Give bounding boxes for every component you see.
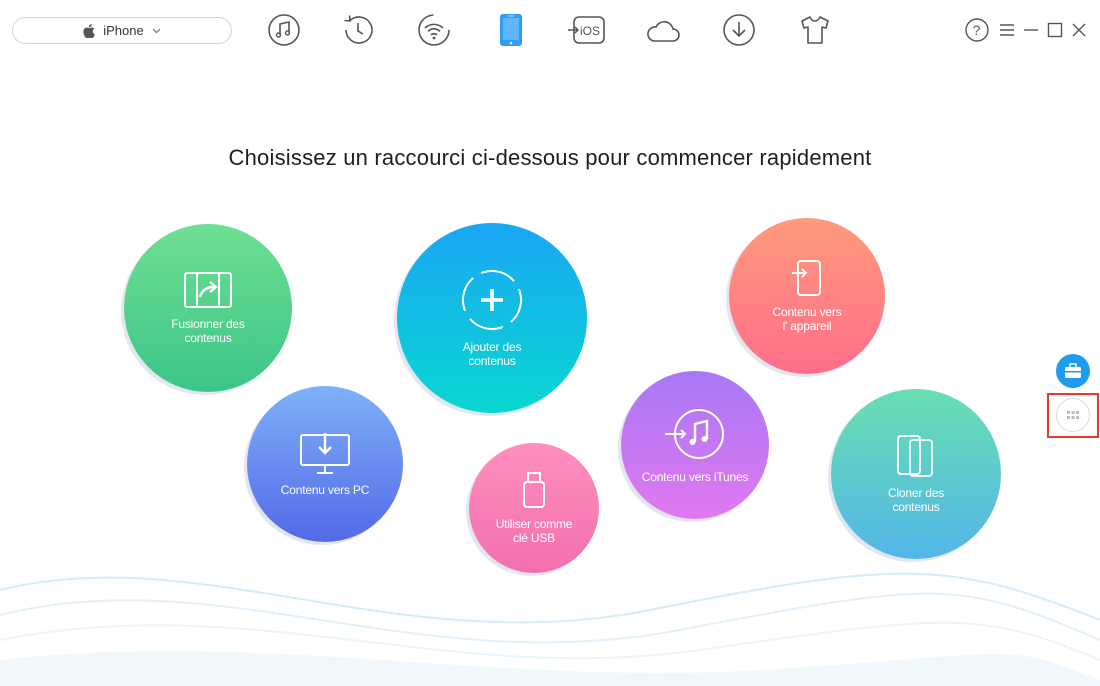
itunes-transfer-icon xyxy=(665,409,724,459)
add-label-line1: Ajouter des xyxy=(462,340,522,354)
phone-import-icon xyxy=(792,260,821,296)
help-button[interactable]: ? xyxy=(965,17,989,43)
content-to-pc-shortcut[interactable]: Contenu vers PC xyxy=(247,386,403,542)
ios-label: iOS xyxy=(580,24,600,38)
chevron-down-icon xyxy=(152,28,161,33)
toolbox-button[interactable] xyxy=(1056,354,1090,388)
close-icon xyxy=(1072,23,1086,37)
highlight-annotation-box xyxy=(1047,393,1099,438)
history-button[interactable] xyxy=(338,10,378,50)
clone-label-line2: contenus xyxy=(892,500,940,514)
merge-label-line1: Fusionner des xyxy=(171,317,245,331)
add-plus-icon xyxy=(462,270,522,330)
history-clock-icon xyxy=(344,15,373,44)
menu-button[interactable] xyxy=(995,17,1019,43)
merge-icon xyxy=(184,272,232,308)
music-note-icon xyxy=(268,14,300,46)
merge-label-line2: contenus xyxy=(184,331,232,345)
add-label-line2: contenus xyxy=(468,354,516,368)
ios-mover-button[interactable]: iOS xyxy=(566,10,606,50)
ios-mover-icon: iOS xyxy=(568,16,605,44)
content-to-itunes-shortcut[interactable]: Contenu vers iTunes xyxy=(621,371,769,519)
download-icon xyxy=(723,14,755,46)
wifi-button[interactable] xyxy=(414,10,454,50)
cloud-button[interactable] xyxy=(643,10,683,50)
cloud-icon xyxy=(647,21,680,42)
svg-text:?: ? xyxy=(973,22,981,38)
download-button[interactable] xyxy=(719,10,759,50)
to-pc-label: Contenu vers PC xyxy=(280,483,370,497)
minimize-icon xyxy=(1024,29,1038,31)
maximize-button[interactable] xyxy=(1043,17,1067,43)
to-device-label-line1: Contenu vers xyxy=(772,305,842,319)
to-device-label-line2: l' appareil xyxy=(782,319,832,333)
page-heading: Choisissez un raccourci ci-dessous pour … xyxy=(228,145,872,170)
usb-label-line1: Utiliser comme xyxy=(495,517,573,531)
use-as-usb-shortcut[interactable]: Utiliser comme clé USB xyxy=(469,443,599,573)
device-name: iPhone xyxy=(103,23,144,38)
apple-icon xyxy=(83,23,96,38)
wifi-icon xyxy=(418,14,450,46)
computer-download-icon xyxy=(300,433,350,474)
music-button[interactable] xyxy=(264,10,304,50)
usb-drive-icon xyxy=(523,472,545,508)
tshirt-icon xyxy=(801,16,829,44)
phone-icon xyxy=(500,14,522,46)
toolbox-icon xyxy=(1065,363,1081,378)
clone-contents-shortcut[interactable]: Cloner des contenus xyxy=(831,389,1001,559)
clone-label-line1: Cloner des xyxy=(887,486,945,500)
usb-label-line2: clé USB xyxy=(513,531,555,545)
clone-phones-icon xyxy=(897,435,933,477)
content-to-device-shortcut[interactable]: Contenu vers l' appareil xyxy=(729,218,885,374)
help-icon: ? xyxy=(965,18,989,42)
hamburger-menu-icon xyxy=(1000,24,1014,36)
to-itunes-label: Contenu vers iTunes xyxy=(641,470,749,484)
maximize-icon xyxy=(1047,22,1063,38)
device-manager-button[interactable] xyxy=(491,10,531,50)
add-contents-shortcut[interactable]: Ajouter des contenus xyxy=(397,223,587,413)
toolkit-button[interactable] xyxy=(795,10,835,50)
minimize-button[interactable] xyxy=(1019,17,1043,43)
close-button[interactable] xyxy=(1067,17,1091,43)
merge-contents-shortcut[interactable]: Fusionner des contenus xyxy=(124,224,292,392)
device-selector[interactable]: iPhone xyxy=(12,17,232,44)
